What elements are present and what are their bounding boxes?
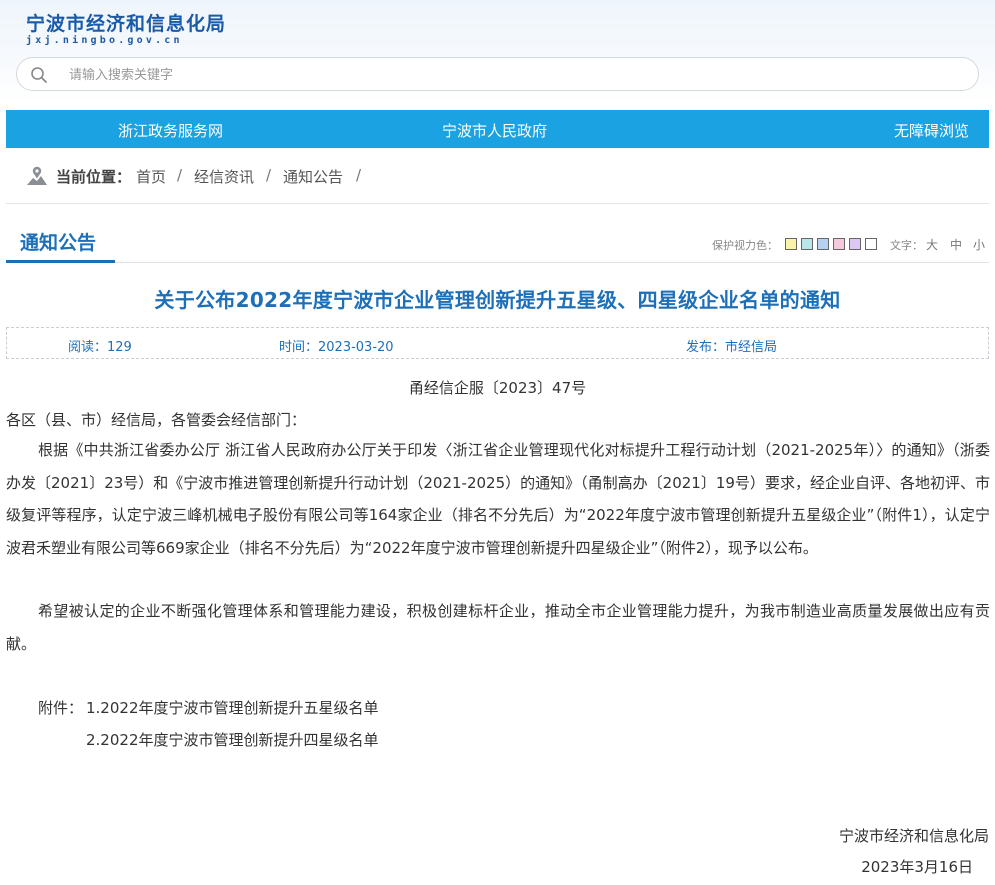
breadcrumb-item-home[interactable]: 首页 [136,166,166,187]
eye-color-blue-swatch[interactable] [817,238,829,250]
article-title: 关于公布2022年度宁波市企业管理创新提升五星级、四星级企业名单的通知 [154,288,841,312]
article-paragraph-1: 根据《中共浙江省委办公厅 浙江省人民政府办公厅关于印发〈浙江省企业管理现代化对标… [6,441,990,557]
section-title: 通知公告 [20,232,97,254]
article-publisher: 发布：市经信局 [686,340,778,355]
breadcrumb-separator: / [177,166,183,184]
section-title-underline [6,260,115,263]
eye-protection-label: 保护视力色： [712,239,778,252]
location-map-icon [27,166,47,185]
article-read-count: 阅读：129 [68,340,132,355]
signature-date: 2023年3月16日 [861,858,973,876]
attachments-label: 附件： [38,699,84,717]
top-navbar: 浙江政务服务网 宁波市人民政府 无障碍浏览 [6,110,989,148]
site-logo-title[interactable]: 宁波市经济和信息化局 [26,9,226,36]
search-icon[interactable] [30,66,48,84]
eye-color-yellow-swatch[interactable] [785,238,797,250]
eye-color-cyan-swatch[interactable] [801,238,813,250]
nav-link-zhejiang-gov-service[interactable]: 浙江政务服务网 [118,120,223,141]
nav-link-ningbo-gov[interactable]: 宁波市人民政府 [442,120,547,141]
font-size-medium-button[interactable]: 中 [950,236,962,253]
eye-color-pink-swatch[interactable] [833,238,845,250]
breadcrumb-separator: / [356,166,362,184]
font-size-small-button[interactable]: 小 [973,236,985,253]
font-size-label: 文字： [890,239,923,252]
eye-color-purple-swatch[interactable] [849,238,861,250]
document-number: 甬经信企服〔2023〕47号 [408,379,587,397]
article-date: 时间：2023-03-20 [279,340,394,355]
article-meta-box: 阅读：129 时间：2023-03-20 发布：市经信局 [6,327,989,359]
site-logo-url: jxj.ningbo.gov.cn [26,35,183,46]
nav-link-accessibility[interactable]: 无障碍浏览 [894,120,969,141]
eye-color-white-swatch[interactable] [865,238,877,250]
salutation: 各区（县、市）经信局，各管委会经信部门： [6,411,307,429]
divider [6,203,989,204]
site-header: 宁波市经济和信息化局 jxj.ningbo.gov.cn [0,0,995,102]
signature-organization: 宁波市经济和信息化局 [838,827,989,845]
breadcrumb-label: 当前位置： [56,168,132,186]
attachment-link-1[interactable]: 1.2022年度宁波市管理创新提升五星级名单 [86,697,379,718]
font-size-large-button[interactable]: 大 [926,236,938,253]
breadcrumb-separator: / [266,166,272,184]
breadcrumb-item-notices[interactable]: 通知公告 [283,166,343,187]
attachment-link-2[interactable]: 2.2022年度宁波市管理创新提升四星级名单 [86,729,379,750]
breadcrumb-item-news[interactable]: 经信资讯 [194,166,254,187]
section-divider [6,262,989,263]
search-bar [16,57,979,91]
search-input[interactable] [67,63,951,87]
article-paragraph-2: 希望被认定的企业不断强化管理体系和管理能力建设，积极创建标杆企业，推动全市企业管… [6,602,990,653]
